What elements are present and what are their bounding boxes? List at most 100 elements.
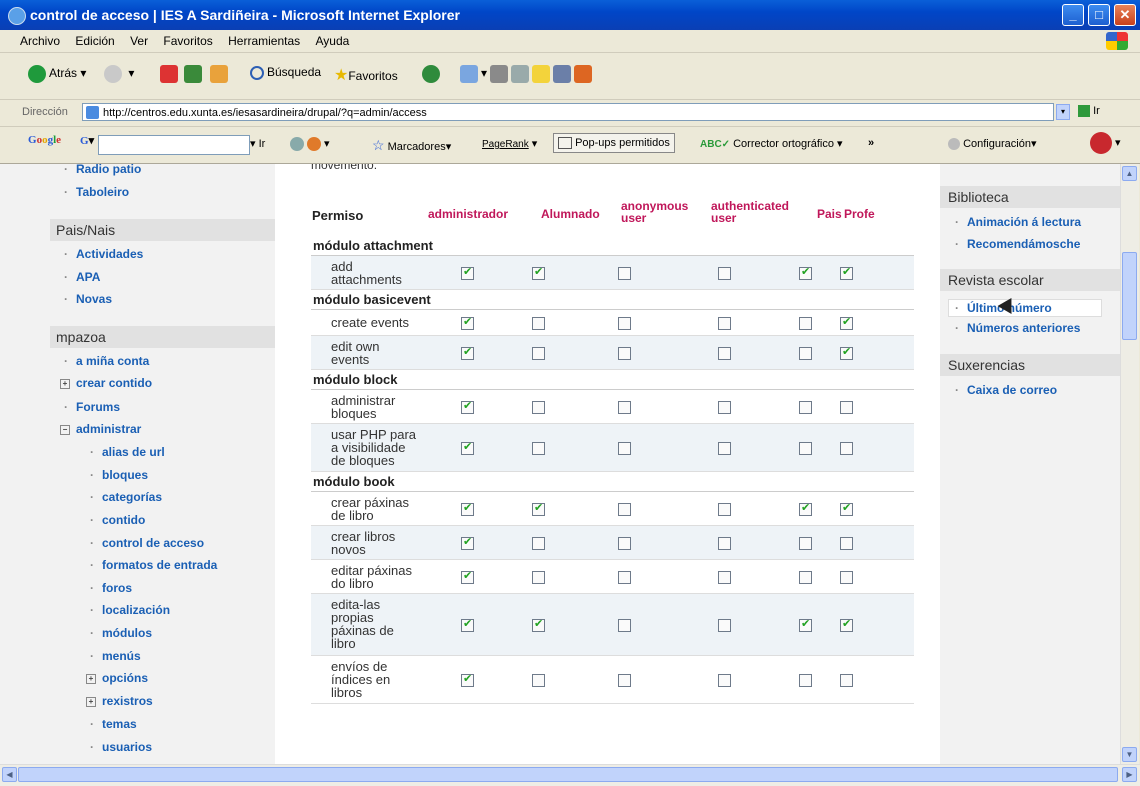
menu-herramientas[interactable]: Herramientas — [222, 30, 306, 52]
toolbar-extra-icons[interactable]: ▾ — [460, 65, 595, 83]
header-role-1[interactable]: Alumnado — [541, 208, 600, 220]
permission-checkbox[interactable] — [618, 267, 631, 280]
permission-checkbox[interactable] — [618, 674, 631, 687]
address-dropdown-button[interactable]: ▾ — [1056, 104, 1070, 120]
permission-checkbox[interactable] — [718, 537, 731, 550]
settings-button[interactable]: Configuración▾ — [948, 137, 1036, 151]
permission-checkbox[interactable] — [618, 619, 631, 632]
close-button[interactable]: ✕ — [1114, 4, 1136, 26]
scroll-right-icon[interactable]: ▶ — [1122, 767, 1137, 782]
link-formatos-de-entrada[interactable]: · formatos de entrada — [90, 558, 217, 572]
google-logo[interactable]: Google — [28, 134, 61, 146]
vertical-scroll-thumb[interactable] — [1122, 252, 1137, 340]
horizontal-scroll-thumb[interactable] — [18, 767, 1118, 782]
link-animacion-lectura[interactable]: · Animación á lectura — [955, 215, 1081, 229]
scroll-down-icon[interactable]: ▼ — [1122, 747, 1137, 762]
menu-ayuda[interactable]: Ayuda — [310, 30, 356, 52]
link-taboleiro[interactable]: · Taboleiro — [64, 185, 129, 199]
permission-checkbox[interactable] — [618, 401, 631, 414]
permission-checkbox[interactable] — [618, 347, 631, 360]
address-input[interactable]: http://centros.edu.xunta.es/iesasardinei… — [82, 103, 1054, 121]
permission-checkbox[interactable] — [532, 265, 545, 280]
home-button[interactable] — [210, 65, 231, 83]
link-control-de-acceso[interactable]: · control de acceso — [90, 536, 204, 550]
link-a-mina-conta[interactable]: · a miña conta — [64, 354, 149, 368]
google-search-input[interactable] — [98, 135, 250, 155]
pagerank-button[interactable]: PageRank ▾ — [482, 137, 537, 150]
permission-checkbox[interactable] — [461, 617, 474, 632]
google-go-button[interactable]: ▾ Ir — [250, 137, 265, 150]
permission-checkbox[interactable] — [799, 571, 812, 584]
link-forums[interactable]: · Forums — [64, 400, 120, 414]
link-recomendamosche[interactable]: · Recomendámosche — [955, 237, 1080, 251]
link-radio-patio[interactable]: · Radio patio — [64, 164, 141, 176]
permission-checkbox[interactable] — [840, 315, 853, 330]
permission-checkbox[interactable] — [840, 617, 853, 632]
permission-checkbox[interactable] — [532, 501, 545, 516]
permission-checkbox[interactable] — [461, 440, 474, 455]
maximize-button[interactable]: □ — [1088, 4, 1110, 26]
permission-checkbox[interactable] — [840, 571, 853, 584]
permission-checkbox[interactable] — [799, 317, 812, 330]
header-role-3[interactable]: authenticated user — [711, 200, 791, 224]
scroll-left-icon[interactable]: ◀ — [2, 767, 17, 782]
permission-checkbox[interactable] — [461, 535, 474, 550]
header-role-2[interactable]: anonymous user — [621, 200, 688, 224]
permission-checkbox[interactable] — [618, 503, 631, 516]
bookmarks-button[interactable]: ☆ Marcadores▾ — [372, 137, 451, 154]
permission-checkbox[interactable] — [840, 442, 853, 455]
permission-checkbox[interactable] — [799, 617, 812, 632]
permission-checkbox[interactable] — [840, 265, 853, 280]
forward-button[interactable]: ▾ — [104, 65, 134, 83]
favorites-button[interactable]: ★Favoritos — [334, 65, 398, 85]
permission-checkbox[interactable] — [799, 265, 812, 280]
refresh-button[interactable] — [184, 65, 205, 83]
go-button[interactable]: Ir — [1078, 105, 1100, 118]
link-bloques[interactable]: · bloques — [90, 468, 148, 482]
search-button[interactable]: Búsqueda — [250, 65, 321, 80]
header-role-4[interactable]: Pais — [817, 208, 842, 220]
popups-button[interactable]: Pop-ups permitidos — [553, 133, 675, 154]
link-rexistros[interactable]: + rexistros — [86, 694, 153, 708]
back-button[interactable]: Atrás ▾ — [28, 65, 86, 83]
link-modulos[interactable]: · módulos — [90, 626, 152, 640]
horizontal-scrollbar[interactable]: ◀ ▶ — [0, 764, 1140, 786]
permission-checkbox[interactable] — [718, 674, 731, 687]
minimize-button[interactable]: _ — [1062, 4, 1084, 26]
permission-checkbox[interactable] — [718, 571, 731, 584]
permission-checkbox[interactable] — [840, 537, 853, 550]
link-ultimo-numero[interactable]: · Último número — [948, 299, 1102, 317]
permission-checkbox[interactable] — [461, 501, 474, 516]
permission-checkbox[interactable] — [618, 442, 631, 455]
permission-checkbox[interactable] — [532, 617, 545, 632]
permission-checkbox[interactable] — [618, 571, 631, 584]
link-apa[interactable]: · APA — [64, 270, 100, 284]
google-menu-button[interactable]: G▾ — [80, 134, 94, 147]
permission-checkbox[interactable] — [461, 265, 474, 280]
permission-checkbox[interactable] — [718, 317, 731, 330]
permission-checkbox[interactable] — [461, 399, 474, 414]
permission-checkbox[interactable] — [840, 401, 853, 414]
permission-checkbox[interactable] — [618, 317, 631, 330]
menu-archivo[interactable]: Archivo — [14, 30, 66, 52]
link-categorias[interactable]: · categorías — [90, 490, 162, 504]
permission-checkbox[interactable] — [840, 501, 853, 516]
permission-checkbox[interactable] — [799, 442, 812, 455]
permission-checkbox[interactable] — [718, 503, 731, 516]
permission-checkbox[interactable] — [799, 537, 812, 550]
google-tool-icons[interactable]: ▾ — [290, 137, 330, 152]
permission-checkbox[interactable] — [718, 267, 731, 280]
link-temas[interactable]: · temas — [90, 717, 137, 731]
permission-checkbox[interactable] — [461, 672, 474, 687]
menu-edicion[interactable]: Edición — [69, 30, 120, 52]
menu-ver[interactable]: Ver — [124, 30, 154, 52]
link-foros[interactable]: · foros — [90, 581, 132, 595]
permission-checkbox[interactable] — [532, 317, 545, 330]
link-crear-contido[interactable]: + crear contido — [60, 376, 152, 390]
permission-checkbox[interactable] — [718, 401, 731, 414]
link-localizacion[interactable]: · localización — [90, 603, 170, 617]
link-novas[interactable]: · Novas — [64, 292, 112, 306]
permission-checkbox[interactable] — [532, 401, 545, 414]
permission-checkbox[interactable] — [532, 442, 545, 455]
permission-checkbox[interactable] — [799, 401, 812, 414]
